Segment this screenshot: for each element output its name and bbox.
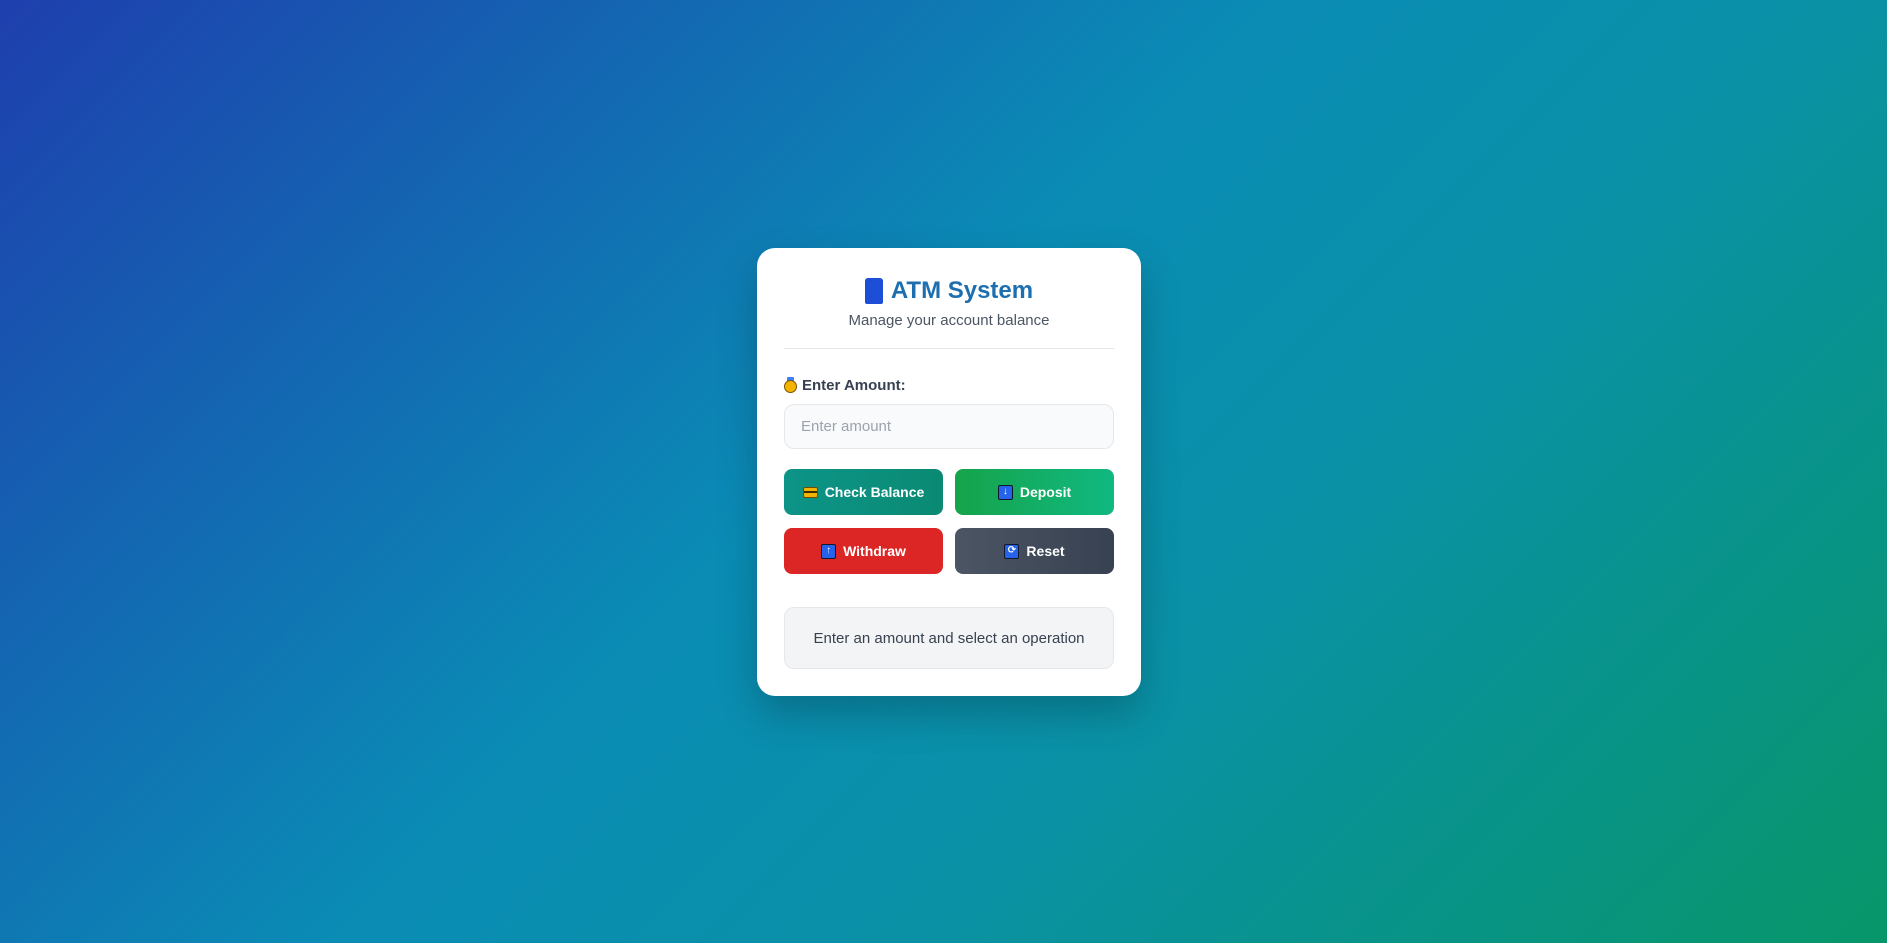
header: ATM System Manage your account balance xyxy=(784,276,1114,349)
amount-label-row: Enter Amount: xyxy=(784,376,1114,394)
up-arrow-icon: ↑ xyxy=(821,543,837,559)
atm-card: ATM System Manage your account balance E… xyxy=(757,248,1141,696)
down-arrow-icon: ↓ xyxy=(997,484,1013,500)
title-row: ATM System xyxy=(784,276,1114,306)
page-title: ATM System xyxy=(890,277,1034,304)
deposit-label: Deposit xyxy=(1019,484,1072,500)
check-balance-label: Check Balance xyxy=(824,484,925,500)
refresh-icon: ⟳ xyxy=(1004,543,1020,559)
deposit-button[interactable]: ↓ Deposit xyxy=(955,469,1114,515)
check-balance-button[interactable]: Check Balance xyxy=(784,469,943,515)
reset-button[interactable]: ⟳ Reset xyxy=(955,528,1114,574)
withdraw-button[interactable]: ↑ Withdraw xyxy=(784,528,943,574)
withdraw-label: Withdraw xyxy=(843,543,906,559)
atm-card-icon xyxy=(864,278,883,304)
amount-label: Enter Amount: xyxy=(802,376,906,394)
credit-card-icon xyxy=(802,486,818,498)
reset-label: Reset xyxy=(1026,543,1065,559)
medal-icon xyxy=(784,377,797,393)
operation-buttons: Check Balance ↓ Deposit ↑ Withdraw ⟳ Res… xyxy=(784,469,1114,574)
status-message: Enter an amount and select an operation xyxy=(784,607,1114,669)
page-subtitle: Manage your account balance xyxy=(848,312,1050,329)
amount-input[interactable] xyxy=(784,404,1114,449)
